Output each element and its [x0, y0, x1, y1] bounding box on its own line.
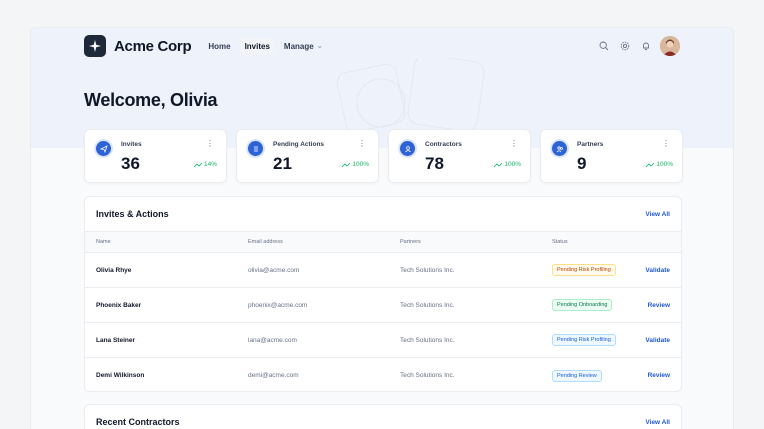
- stat-label: Contractors: [425, 141, 462, 148]
- brand-name: Acme Corp: [114, 37, 192, 55]
- stat-label: Pending Actions: [273, 141, 325, 148]
- table-row[interactable]: Lana Steiner lana@acme.com Tech Solution…: [85, 323, 681, 358]
- cell-email: olivia@acme.com: [248, 266, 300, 274]
- search-icon[interactable]: [597, 40, 610, 53]
- review-button[interactable]: Review: [648, 372, 670, 379]
- table-header: Name Email address Partners Status: [85, 231, 681, 253]
- stats-row: Invites ⋮ 36 14% Pending Actions ⋮ 21 10…: [84, 129, 683, 183]
- stat-value: 78: [425, 154, 444, 173]
- status-badge: Pending Onboarding: [552, 299, 613, 311]
- avatar[interactable]: [660, 36, 680, 56]
- cell-partner: Tech Solutions Inc.: [400, 372, 455, 379]
- gear-icon[interactable]: [618, 40, 631, 53]
- more-vertical-icon[interactable]: ⋮: [358, 139, 366, 148]
- status-badge: Pending Risk Profiling: [552, 334, 616, 346]
- nav-item-home[interactable]: Home: [203, 38, 235, 55]
- column-header-name[interactable]: Name: [85, 239, 237, 245]
- trend-up-icon: [494, 162, 503, 167]
- stat-card-invites: Invites ⋮ 36 14%: [84, 129, 227, 183]
- page-title: Welcome, Olivia: [84, 90, 218, 110]
- column-header-email[interactable]: Email address: [237, 239, 389, 245]
- panel-title: Recent Contractors: [96, 417, 180, 427]
- stat-value: 9: [577, 154, 587, 173]
- send-icon: [96, 141, 111, 156]
- cell-partner: Tech Solutions Inc.: [400, 301, 455, 309]
- stat-label: Partners: [577, 141, 604, 148]
- view-all-link[interactable]: View All: [645, 211, 670, 218]
- logo-icon[interactable]: [84, 35, 106, 57]
- app-window: Acme Corp Home Invites Manage ⌄ Welcome, …: [30, 27, 734, 429]
- stat-trend: 14%: [193, 161, 217, 168]
- column-header-status[interactable]: Status: [541, 239, 631, 245]
- stat-trend: 100%: [342, 161, 369, 168]
- cell-name: Olivia Rhye: [96, 266, 132, 274]
- cell-partner: Tech Solutions Inc.: [400, 336, 455, 344]
- validate-button[interactable]: Validate: [645, 337, 670, 344]
- trend-up-icon: [342, 162, 351, 167]
- users-icon: [552, 141, 567, 156]
- stat-trend-value: 14%: [203, 161, 217, 168]
- nav-item-label: Home: [208, 41, 231, 51]
- cell-name: Demi Wilkinson: [96, 372, 145, 379]
- view-all-link[interactable]: View All: [645, 419, 670, 426]
- bell-icon[interactable]: [639, 40, 652, 53]
- cell-partner: Tech Solutions Inc.: [400, 266, 455, 274]
- nav-item-label: Manage: [283, 41, 314, 51]
- review-button[interactable]: Review: [648, 302, 670, 309]
- table-row[interactable]: Phoenix Baker phoenix@acme.com Tech Solu…: [85, 288, 681, 323]
- panel-header: Recent Contractors View All: [85, 405, 681, 429]
- recent-contractors-panel: Recent Contractors View All: [84, 404, 682, 429]
- nav-menu: Home Invites Manage ⌄: [203, 37, 328, 55]
- panel-title: Invites & Actions: [96, 209, 169, 219]
- table-row[interactable]: Demi Wilkinson demi@acme.com Tech Soluti…: [85, 358, 681, 391]
- more-vertical-icon[interactable]: ⋮: [662, 139, 670, 148]
- cell-name: Lana Steiner: [96, 336, 136, 344]
- cell-email: phoenix@acme.com: [248, 301, 308, 309]
- invites-actions-panel: Invites & Actions View All Name Email ad…: [84, 196, 682, 392]
- stat-trend: 100%: [494, 161, 521, 168]
- stat-trend: 100%: [646, 161, 673, 168]
- stat-value: 21: [273, 154, 292, 173]
- stat-card-contractors: Contractors ⋮ 78 100%: [388, 129, 531, 183]
- list-icon: [248, 141, 263, 156]
- trend-up-icon: [193, 162, 202, 167]
- stat-value: 36: [121, 154, 140, 173]
- stat-trend-value: 100%: [656, 161, 673, 168]
- stat-card-partners: Partners ⋮ 9 100%: [540, 129, 683, 183]
- stat-trend-value: 100%: [504, 161, 521, 168]
- panel-header: Invites & Actions View All: [85, 197, 681, 231]
- validate-button[interactable]: Validate: [645, 267, 670, 274]
- table-row[interactable]: Olivia Rhye olivia@acme.com Tech Solutio…: [85, 253, 681, 288]
- cell-email: demi@acme.com: [248, 372, 299, 379]
- more-vertical-icon[interactable]: ⋮: [206, 139, 214, 148]
- column-header-partners[interactable]: Partners: [389, 239, 541, 245]
- cell-email: lana@acme.com: [248, 336, 297, 344]
- nav-item-invites[interactable]: Invites: [239, 37, 275, 55]
- cell-name: Phoenix Baker: [96, 301, 142, 309]
- stat-label: Invites: [121, 141, 142, 148]
- more-vertical-icon[interactable]: ⋮: [510, 139, 518, 148]
- stat-card-pending-actions: Pending Actions ⋮ 21 100%: [236, 129, 379, 183]
- status-badge: Pending Risk Profiling: [552, 264, 616, 276]
- nav-actions: [597, 36, 680, 56]
- nav-item-label: Invites: [244, 41, 270, 51]
- stat-trend-value: 100%: [352, 161, 369, 168]
- user-icon: [400, 141, 415, 156]
- status-badge: Pending Review: [552, 369, 602, 382]
- top-nav: Acme Corp Home Invites Manage ⌄: [31, 28, 733, 64]
- trend-up-icon: [646, 162, 655, 167]
- nav-item-manage[interactable]: Manage ⌄: [279, 38, 328, 55]
- chevron-down-icon: ⌄: [316, 43, 323, 50]
